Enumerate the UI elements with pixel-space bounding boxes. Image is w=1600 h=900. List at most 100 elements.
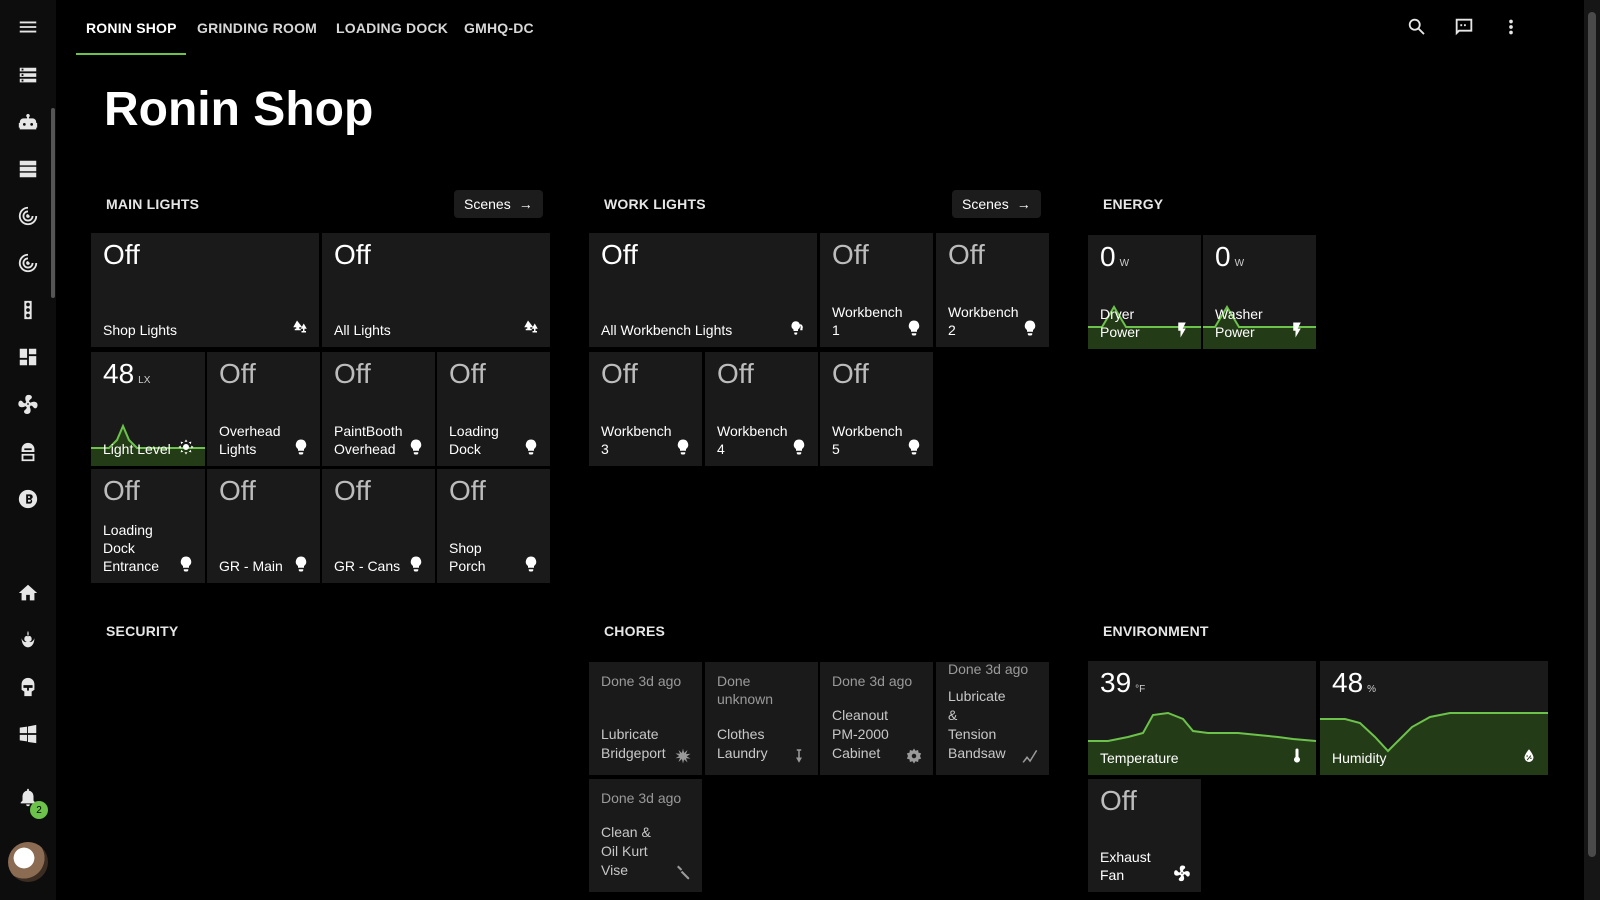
page-scrollbar[interactable]: [1584, 0, 1600, 900]
server-stack-icon[interactable]: [16, 157, 40, 181]
bulb-group-icon: [789, 319, 807, 337]
tile-humidity[interactable]: 48% Humidity: [1320, 661, 1548, 775]
tile-state: 0W: [1215, 241, 1244, 273]
tile-state: Off: [948, 239, 985, 270]
sidebar-scrollbar[interactable]: [51, 108, 55, 298]
tile-all-lights[interactable]: Off All Lights: [322, 233, 550, 347]
bulb-icon: [522, 555, 540, 573]
oil-splat-icon: [674, 747, 692, 765]
scenes-label: Scenes: [962, 196, 1009, 212]
sensor-unit: %: [1367, 684, 1377, 695]
tab-loading-dock[interactable]: LOADING DOCK: [336, 0, 448, 56]
sensor-unit: LX: [138, 375, 151, 386]
dashboard-icon[interactable]: [16, 345, 40, 369]
tile-shop-lights[interactable]: Off Shop Lights: [91, 233, 319, 347]
sensor-unit: W: [1234, 258, 1245, 269]
tile-washer-power[interactable]: 0W Washer Power: [1203, 235, 1316, 349]
tile-overhead-lights[interactable]: Off Overhead Lights: [207, 352, 320, 466]
tile-loading-dock-entrance[interactable]: Off Loading Dock Entrance: [91, 469, 205, 583]
tile-label: Shop Porch: [449, 540, 486, 574]
tile-state: Off: [1100, 785, 1137, 816]
mandalorian-icon[interactable]: [16, 675, 40, 699]
chore-status: Done 3d ago: [948, 662, 1029, 677]
bulb-icon: [292, 555, 310, 573]
bulb-icon: [522, 438, 540, 456]
scrollbar-thumb[interactable]: [1588, 12, 1596, 857]
iron-icon: [790, 747, 808, 765]
main-lights-scenes-button[interactable]: Scenes →: [454, 190, 543, 218]
bulb-icon: [790, 438, 808, 456]
tile-state: Off: [832, 358, 869, 389]
windows-icon[interactable]: [16, 722, 40, 746]
tile-workbench-5[interactable]: Off Workbench 5: [820, 352, 933, 466]
active-tab-indicator: [76, 53, 186, 55]
fan-icon: [1173, 864, 1191, 882]
bulb-icon: [292, 438, 310, 456]
fan-icon[interactable]: [16, 392, 40, 416]
traffic-light-icon[interactable]: [16, 298, 40, 322]
chore-label: Lubricate & Tension Bandsaw: [948, 688, 1006, 761]
tile-workbench-4[interactable]: Off Workbench 4: [705, 352, 818, 466]
tile-state: Off: [449, 358, 486, 389]
tile-label: Loading Dock: [449, 423, 499, 457]
tile-workbench-3[interactable]: Off Workbench 3: [589, 352, 702, 466]
menu-icon[interactable]: [16, 15, 40, 39]
tile-temperature[interactable]: 39 °F Temperature: [1088, 661, 1316, 775]
bulb-icon: [407, 555, 425, 573]
water-percent-icon: [1520, 747, 1538, 765]
tile-loading-dock[interactable]: Off Loading Dock: [437, 352, 550, 466]
sensor-value: 0: [1215, 241, 1231, 272]
tab-gmhq-dc[interactable]: GMHQ-DC: [464, 0, 534, 56]
flash-icon: [1173, 321, 1191, 339]
scenes-label: Scenes: [464, 196, 511, 212]
tile-all-workbench-lights[interactable]: Off All Workbench Lights: [589, 233, 817, 347]
tile-state: 0W: [1100, 241, 1129, 273]
tile-workbench-2[interactable]: Off Workbench 2: [936, 233, 1049, 347]
section-title-environment: ENVIRONMENT: [1103, 623, 1209, 639]
sensor-unit: °F: [1135, 684, 1146, 695]
tile-light-level[interactable]: 48 LX Light Level: [91, 352, 205, 466]
tile-gr-main[interactable]: Off GR - Main: [207, 469, 320, 583]
tile-chore-lubricate-bandsaw[interactable]: Done 3d ago Lubricate & Tension Bandsaw: [936, 662, 1049, 775]
more-vert-icon[interactable]: [1500, 16, 1524, 40]
avatar[interactable]: [8, 842, 48, 882]
tile-paintbooth-overhead[interactable]: Off PaintBooth Overhead: [322, 352, 435, 466]
tile-shop-porch[interactable]: Off Shop Porch: [437, 469, 550, 583]
radar-icon[interactable]: [16, 204, 40, 228]
home-icon[interactable]: [16, 581, 40, 605]
tile-gr-cans[interactable]: Off GR - Cans: [322, 469, 435, 583]
sensor-value: 39: [1100, 667, 1132, 698]
section-title-main-lights: MAIN LIGHTS: [106, 196, 200, 212]
section-title-work-lights: WORK LIGHTS: [604, 196, 706, 212]
tab-ronin-shop[interactable]: RONIN SHOP: [86, 0, 177, 56]
tile-state: Off: [219, 475, 256, 506]
robot-icon[interactable]: [16, 111, 40, 135]
tab-grinding-room[interactable]: GRINDING ROOM: [197, 0, 317, 56]
rebel-icon[interactable]: [16, 628, 40, 652]
tile-label: Exhaust Fan: [1100, 849, 1151, 883]
tile-chore-clean-oil-kurt-vise[interactable]: Done 3d ago Clean & Oil Kurt Vise: [589, 779, 702, 892]
tile-chore-clothes-laundry[interactable]: Done unknown Clothes Laundry: [705, 662, 818, 775]
sidebar: 2: [0, 0, 56, 900]
tile-chore-lubricate-bridgeport[interactable]: Done 3d ago Lubricate Bridgeport: [589, 662, 702, 775]
astronaut-icon[interactable]: [16, 440, 40, 464]
tile-dryer-power[interactable]: 0W Dryer Power: [1088, 235, 1201, 349]
assist-chat-icon[interactable]: [1453, 16, 1477, 40]
server-icon[interactable]: [16, 64, 40, 88]
bulb-icon: [674, 438, 692, 456]
tile-state: Off: [717, 358, 754, 389]
search-icon[interactable]: [1406, 16, 1430, 40]
tile-state: Off: [832, 239, 869, 270]
chore-status: Done 3d ago: [832, 673, 913, 689]
tile-workbench-1[interactable]: Off Workbench 1: [820, 233, 933, 347]
tile-state: 39 °F: [1100, 667, 1145, 699]
bitcoin-icon[interactable]: [16, 487, 40, 511]
work-lights-scenes-button[interactable]: Scenes →: [952, 190, 1041, 218]
tile-label: Shop Lights: [103, 322, 177, 338]
tile-state: 48%: [1332, 667, 1376, 699]
page-title: Ronin Shop: [104, 83, 374, 136]
bulb-icon: [407, 438, 425, 456]
tile-chore-cleanout-pm2000[interactable]: Done 3d ago Cleanout PM-2000 Cabinet: [820, 662, 933, 775]
radar-icon-2[interactable]: [16, 251, 40, 275]
tile-exhaust-fan[interactable]: Off Exhaust Fan: [1088, 779, 1201, 892]
